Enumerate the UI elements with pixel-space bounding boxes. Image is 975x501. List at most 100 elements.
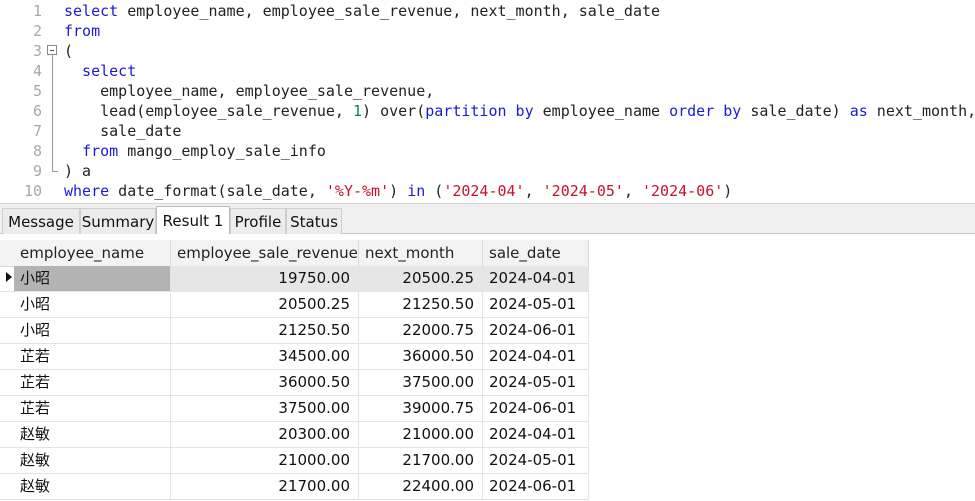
sql-string: '2024-05' bbox=[542, 182, 624, 200]
result-grid-header: employee_name employee_sale_revenue next_m… bbox=[0, 240, 589, 267]
cell-employee-sale-revenue[interactable]: 34500.00 bbox=[171, 344, 359, 369]
tab-profile[interactable]: Profile bbox=[230, 208, 286, 234]
sql-token: employee_name bbox=[533, 102, 670, 120]
column-header-sale-date[interactable]: sale_date bbox=[483, 240, 589, 266]
sql-token: ) bbox=[389, 182, 408, 200]
result-tabs-bar: Message Summary Result 1 Profile Status bbox=[0, 203, 975, 235]
cell-next-month[interactable]: 20500.25 bbox=[359, 266, 483, 291]
code-line[interactable]: 9) a bbox=[0, 161, 975, 181]
sql-string: '2024-06' bbox=[642, 182, 724, 200]
cell-employee-name[interactable]: 赵敏 bbox=[14, 474, 171, 499]
code-text: ) a bbox=[64, 161, 91, 181]
code-line[interactable]: 10 where date_format(sale_date, '%Y-%m') … bbox=[0, 181, 975, 201]
column-header-employee-name[interactable]: employee_name bbox=[14, 240, 171, 266]
sql-token: ) a bbox=[64, 162, 92, 180]
line-number: 6 bbox=[32, 102, 42, 120]
code-line[interactable]: 8 from mango_employ_sale_info bbox=[0, 141, 975, 161]
table-row[interactable]: 芷若 37500.00 39000.75 2024-06-01 bbox=[0, 396, 589, 422]
cell-sale-date[interactable]: 2024-05-01 bbox=[483, 370, 589, 395]
sql-keyword: partition by bbox=[425, 102, 534, 120]
cell-employee-name[interactable]: 赵敏 bbox=[14, 448, 171, 473]
table-row[interactable]: 小昭 21250.50 22000.75 2024-06-01 bbox=[0, 318, 589, 344]
cell-employee-sale-revenue[interactable]: 19750.00 bbox=[171, 266, 359, 291]
code-line[interactable]: 3( bbox=[0, 41, 975, 61]
cell-employee-sale-revenue[interactable]: 20300.00 bbox=[171, 422, 359, 447]
cell-employee-name[interactable]: 小昭 bbox=[14, 318, 171, 343]
sql-keyword: from bbox=[64, 22, 101, 40]
table-row[interactable]: 赵敏 21000.00 21700.00 2024-05-01 bbox=[0, 448, 589, 474]
table-row[interactable]: 赵敏 21700.00 22400.00 2024-06-01 bbox=[0, 474, 589, 500]
cell-employee-name[interactable]: 小昭 bbox=[14, 266, 171, 291]
code-text: from mango_employ_sale_info bbox=[64, 141, 326, 161]
cell-sale-date[interactable]: 2024-04-01 bbox=[483, 344, 589, 369]
cell-next-month[interactable]: 21000.00 bbox=[359, 422, 483, 447]
column-header-next-month[interactable]: next_month bbox=[359, 240, 483, 266]
cell-employee-name[interactable]: 赵敏 bbox=[14, 422, 171, 447]
column-header-employee-sale-revenue[interactable]: employee_sale_revenue bbox=[171, 240, 359, 266]
code-text: from bbox=[64, 21, 100, 41]
code-text: select employee_name, employee_sale_reve… bbox=[64, 1, 660, 21]
sql-keyword: order by bbox=[669, 102, 742, 120]
cell-next-month[interactable]: 21250.50 bbox=[359, 292, 483, 317]
code-text: ( bbox=[64, 41, 73, 61]
table-row[interactable]: 赵敏 20300.00 21000.00 2024-04-01 bbox=[0, 422, 589, 448]
tab-status[interactable]: Status bbox=[286, 208, 342, 234]
sql-token: , bbox=[623, 182, 642, 200]
table-row[interactable]: 小昭 20500.25 21250.50 2024-05-01 bbox=[0, 292, 589, 318]
sql-token: ) bbox=[723, 182, 733, 200]
code-line[interactable]: 6 lead(employee_sale_revenue, 1) over(pa… bbox=[0, 101, 975, 121]
code-text: sale_date bbox=[64, 121, 181, 141]
tab-message[interactable]: Message bbox=[2, 208, 80, 234]
table-row[interactable]: 芷若 36000.50 37500.00 2024-05-01 bbox=[0, 370, 589, 396]
cell-next-month[interactable]: 22400.00 bbox=[359, 474, 483, 499]
cell-sale-date[interactable]: 2024-06-01 bbox=[483, 474, 589, 499]
fold-collapse-icon[interactable] bbox=[47, 41, 61, 181]
code-text: where date_format(sale_date, '%Y-%m') in… bbox=[64, 181, 732, 201]
sql-token: ( bbox=[425, 182, 444, 200]
sql-token: mango_employ_sale_info bbox=[118, 142, 326, 160]
cell-employee-sale-revenue[interactable]: 21000.00 bbox=[171, 448, 359, 473]
cell-employee-sale-revenue[interactable]: 21250.50 bbox=[171, 318, 359, 343]
tab-result-1[interactable]: Result 1 bbox=[156, 206, 230, 235]
code-line[interactable]: 4 select bbox=[0, 61, 975, 81]
sql-token: sale_date bbox=[64, 122, 182, 140]
line-number: 3 bbox=[32, 42, 42, 60]
cell-employee-name[interactable]: 芷若 bbox=[14, 344, 171, 369]
cell-next-month[interactable]: 22000.75 bbox=[359, 318, 483, 343]
sql-token: employee_name, employee_sale_revenue, ne… bbox=[118, 2, 661, 20]
cell-employee-sale-revenue[interactable]: 20500.25 bbox=[171, 292, 359, 317]
cell-employee-sale-revenue[interactable]: 36000.50 bbox=[171, 370, 359, 395]
table-row[interactable]: 小昭 19750.00 20500.25 2024-04-01 bbox=[0, 266, 589, 292]
cell-employee-sale-revenue[interactable]: 37500.00 bbox=[171, 396, 359, 421]
sql-keyword: as bbox=[849, 102, 868, 120]
sql-token: employee_name, employee_sale_revenue, bbox=[64, 82, 435, 100]
sql-keyword: select bbox=[64, 62, 137, 80]
code-line[interactable]: 1 select employee_name, employee_sale_rev… bbox=[0, 1, 975, 21]
cell-next-month[interactable]: 39000.75 bbox=[359, 396, 483, 421]
cell-next-month[interactable]: 36000.50 bbox=[359, 344, 483, 369]
cell-employee-name[interactable]: 芷若 bbox=[14, 370, 171, 395]
cell-employee-name[interactable]: 小昭 bbox=[14, 292, 171, 317]
result-grid[interactable]: employee_name employee_sale_revenue next_m… bbox=[0, 234, 975, 501]
cell-sale-date[interactable]: 2024-06-01 bbox=[483, 396, 589, 421]
line-number: 10 bbox=[23, 182, 42, 200]
cell-sale-date[interactable]: 2024-06-01 bbox=[483, 318, 589, 343]
code-line[interactable]: 7 sale_date bbox=[0, 121, 975, 141]
cell-sale-date[interactable]: 2024-04-01 bbox=[483, 266, 589, 291]
sql-editor[interactable]: 1 select employee_name, employee_sale_rev… bbox=[0, 0, 975, 203]
cell-next-month[interactable]: 37500.00 bbox=[359, 370, 483, 395]
cell-employee-sale-revenue[interactable]: 21700.00 bbox=[171, 474, 359, 499]
tab-summary[interactable]: Summary bbox=[80, 208, 156, 234]
table-row[interactable]: 芷若 34500.00 36000.50 2024-04-01 bbox=[0, 344, 589, 370]
code-line[interactable]: 5 employee_name, employee_sale_revenue, bbox=[0, 81, 975, 101]
cell-sale-date[interactable]: 2024-04-01 bbox=[483, 422, 589, 447]
cell-sale-date[interactable]: 2024-05-01 bbox=[483, 448, 589, 473]
cell-employee-name[interactable]: 芷若 bbox=[14, 396, 171, 421]
cell-next-month[interactable]: 21700.00 bbox=[359, 448, 483, 473]
sql-keyword: in bbox=[407, 182, 426, 200]
cell-sale-date[interactable]: 2024-05-01 bbox=[483, 292, 589, 317]
sql-token: sale_date) bbox=[741, 102, 850, 120]
sql-keyword: select bbox=[64, 2, 119, 20]
code-line[interactable]: 2 from bbox=[0, 21, 975, 41]
